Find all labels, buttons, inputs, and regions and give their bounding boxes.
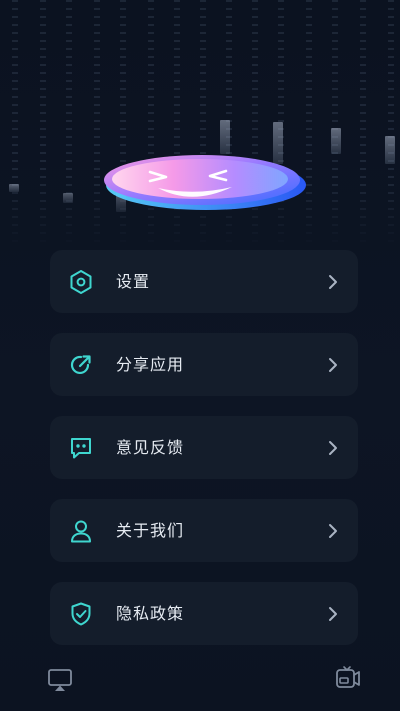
menu-item-label: 设置 [116,272,151,291]
menu-item-feedback[interactable]: 意见反馈 [50,416,358,479]
chevron-right-icon [329,607,337,621]
user-icon [71,520,91,543]
menu-item-share-app[interactable]: 分享应用 [50,333,358,396]
chevron-right-icon [329,358,337,372]
menu-item-settings[interactable]: 设置 [50,250,358,313]
settings-hexagon-icon [70,270,92,294]
share-icon [70,355,91,374]
menu-item-label: 意见反馈 [116,438,185,457]
chevron-right-icon [329,441,337,455]
menu-item-privacy-policy[interactable]: 隐私政策 [50,582,358,645]
chevron-right-icon [329,275,337,289]
shield-check-icon [71,602,91,626]
video-camera-icon[interactable] [334,664,362,692]
menu-item-label: 关于我们 [116,521,185,540]
screen-cast-icon[interactable] [46,666,74,694]
menu-item-label: 分享应用 [116,355,185,374]
menu-item-about-us[interactable]: 关于我们 [50,499,358,562]
laughing-smiley-logo [104,155,306,210]
menu-item-label: 隐私政策 [116,604,185,623]
about-page: 设置 分享应用 意见反馈 关于我们 隐私政策 [0,0,400,711]
feedback-chat-icon [71,438,91,459]
chevron-right-icon [329,524,337,538]
